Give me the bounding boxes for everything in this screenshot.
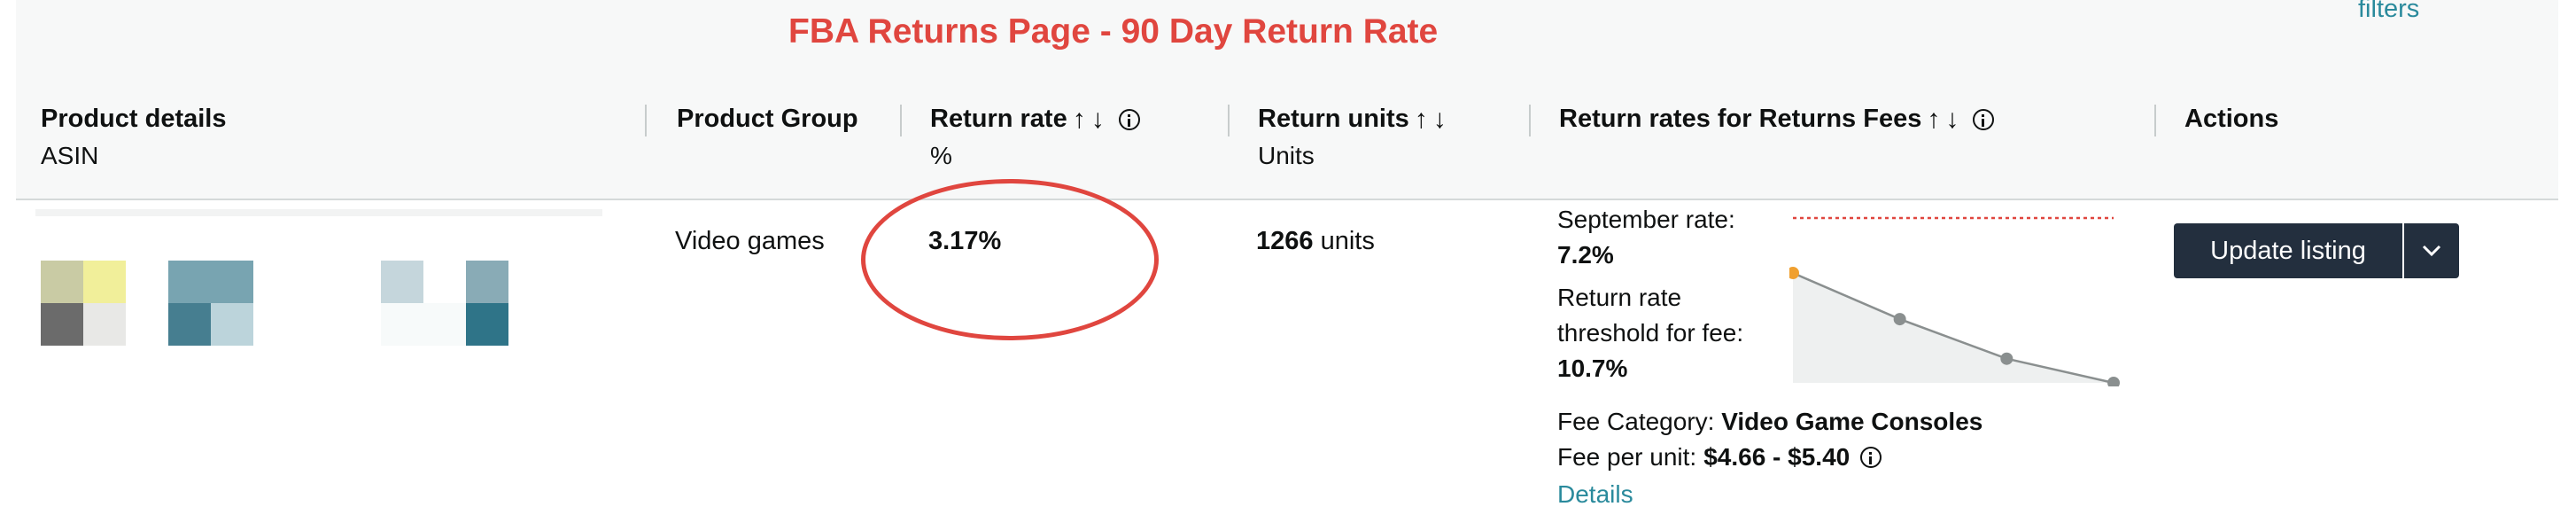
sparkline-area: [1793, 273, 2114, 383]
col-return-fees[interactable]: Return rates for Returns Fees ↑ ↓: [1559, 105, 1995, 134]
info-icon[interactable]: [1118, 108, 1140, 130]
fee-category: Fee Category: Video Game Consoles: [1557, 408, 1982, 436]
sort-asc-icon[interactable]: ↑: [1927, 105, 1940, 133]
fee-category-value: Video Game Consoles: [1721, 408, 1983, 435]
col-return-rate-sub: %: [930, 142, 952, 169]
column-divider: [900, 105, 902, 136]
col-return-rate[interactable]: Return rate ↑ ↓: [930, 105, 1140, 134]
column-divider: [1228, 105, 1230, 136]
september-rate-value: 7.2%: [1557, 241, 1614, 269]
sort-desc-icon[interactable]: ↓: [1433, 105, 1447, 133]
return-units-cell: 1266 units: [1256, 227, 1375, 256]
info-icon[interactable]: [1860, 447, 1882, 468]
fee-per-unit-value: $4.66 - $5.40: [1703, 443, 1851, 471]
sort-asc-icon[interactable]: ↑: [1073, 105, 1086, 133]
return-units-value: 1266: [1256, 227, 1314, 255]
column-divider: [2154, 105, 2156, 136]
col-return-units-label: Return units: [1258, 105, 1409, 133]
col-actions-label: Actions: [2184, 105, 2279, 133]
threshold-label-line1: Return rate: [1557, 284, 1682, 311]
column-divider: [1529, 105, 1531, 136]
col-return-units[interactable]: Return units ↑ ↓: [1258, 105, 1447, 134]
col-actions: Actions: [2184, 105, 2278, 134]
col-product-details-label: Product details: [41, 105, 227, 133]
sparkline-point: [1893, 313, 1906, 326]
product-group-cell: Video games: [675, 227, 825, 255]
return-rate-sparkline: [1789, 216, 2120, 386]
sort-asc-icon[interactable]: ↑: [1415, 105, 1428, 133]
fee-per-unit: Fee per unit: $4.66 - $5.40: [1557, 443, 1882, 472]
col-product-group-label: Product Group: [677, 105, 858, 133]
chevron-down-icon: [2422, 245, 2441, 257]
col-return-rate-label: Return rate: [930, 105, 1067, 133]
sort-desc-icon[interactable]: ↓: [1091, 105, 1105, 133]
highlight-circle: [861, 179, 1159, 340]
fee-category-label: Fee Category:: [1557, 408, 1715, 435]
col-product-details: Product details: [41, 105, 227, 134]
col-product-group: Product Group: [677, 105, 858, 134]
sparkline-point: [2000, 352, 2013, 365]
update-listing-button[interactable]: Update listing: [2174, 223, 2402, 278]
return-units-suffix: units: [1320, 227, 1375, 255]
september-rate-label: September rate:: [1557, 206, 1735, 233]
col-product-details-sub: ASIN: [41, 142, 99, 169]
col-return-fees-label: Return rates for Returns Fees: [1559, 105, 1922, 133]
sort-desc-icon[interactable]: ↓: [1945, 105, 1959, 133]
product-title-placeholder: [35, 209, 602, 216]
filters-link[interactable]: filters: [2358, 0, 2419, 24]
actions-dropdown-button[interactable]: [2404, 223, 2459, 278]
threshold-value: 10.7%: [1557, 355, 1628, 382]
annotation-title: FBA Returns Page - 90 Day Return Rate: [788, 12, 1439, 51]
fee-per-unit-label: Fee per unit:: [1557, 443, 1697, 471]
sparkline-point: [2107, 377, 2120, 386]
col-return-units-sub: Units: [1258, 142, 1315, 169]
info-icon[interactable]: [1973, 108, 1995, 130]
details-link[interactable]: Details: [1557, 480, 1633, 509]
column-divider: [645, 105, 647, 136]
threshold-label-line2: threshold for fee:: [1557, 319, 1744, 347]
